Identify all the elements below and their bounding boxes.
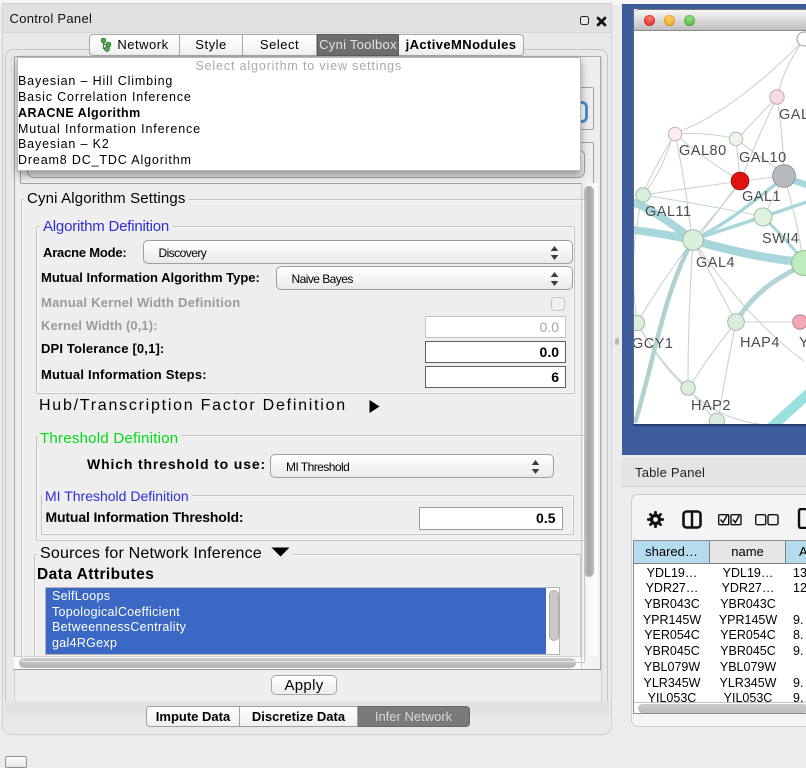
svg-text:HAP2: HAP2 [691,398,731,414]
svg-text:HAP4: HAP4 [740,335,780,351]
svg-text:GAL80: GAL80 [679,143,727,159]
svg-text:GAL4: GAL4 [696,255,735,271]
svg-text:Y: Y [799,335,806,351]
svg-text:SWI4: SWI4 [762,231,799,247]
svg-text:GAL1: GAL1 [742,189,781,205]
svg-text:GCY1: GCY1 [634,336,674,352]
svg-text:GAL10: GAL10 [739,150,787,166]
svg-text:GAL11: GAL11 [645,204,692,220]
svg-text:GAL7: GAL7 [779,107,806,123]
